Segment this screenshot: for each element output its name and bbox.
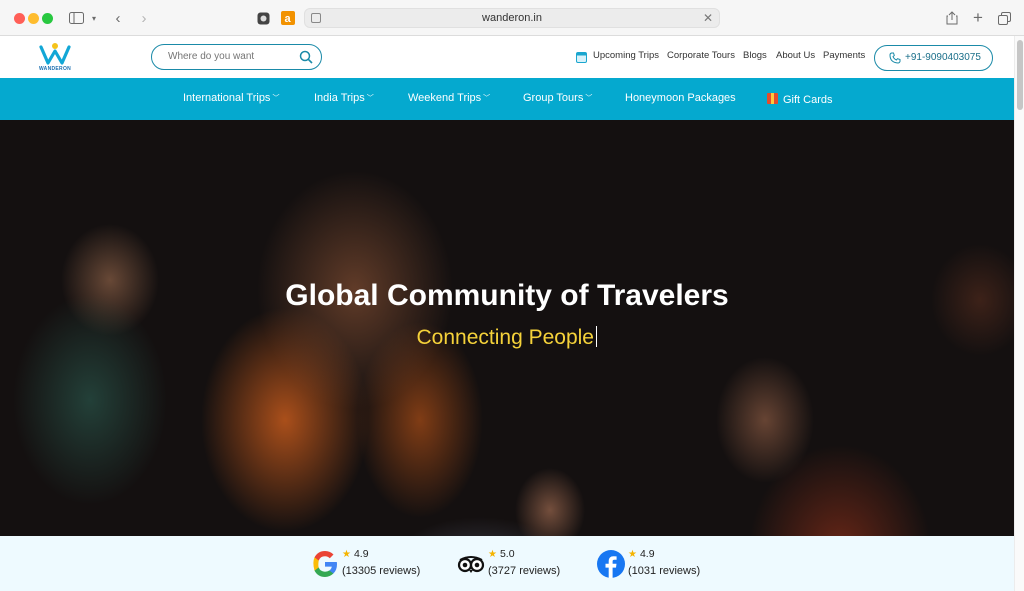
nav-link-upcoming-trips[interactable]: Upcoming Trips [593, 50, 659, 61]
review-count: (13305 reviews) [342, 565, 421, 577]
nav-link-corporate-tours[interactable]: Corporate Tours [667, 50, 735, 61]
typing-cursor [595, 326, 598, 347]
rating-number: 5.0 [499, 548, 515, 560]
phone-icon [889, 52, 901, 64]
wanderon-logo[interactable]: WANDERON [38, 42, 72, 76]
url-text: wanderon.in [482, 12, 542, 24]
scrollbar-thumb[interactable] [1017, 40, 1023, 110]
browser-toolbar: ▾ ‹ › a wanderon.in ✕ + [0, 0, 1024, 36]
share-icon[interactable] [944, 9, 960, 27]
search-icon[interactable] [299, 50, 313, 64]
nav-group-tours[interactable]: Group Tours ﹀ [523, 92, 592, 104]
minimize-window-button[interactable] [28, 13, 39, 24]
hero-subtitle: Connecting People [0, 323, 1014, 350]
nav-weekend-trips[interactable]: Weekend Trips ﹀ [408, 92, 490, 104]
chevron-down-icon: ﹀ [483, 95, 491, 102]
clear-url-icon[interactable]: ✕ [703, 11, 713, 25]
main-nav: International Trips ﹀ India Trips ﹀ Weeken… [0, 78, 1014, 120]
nav-label: Group Tours [523, 92, 584, 104]
nav-label: India Trips [314, 92, 365, 104]
search-box[interactable] [151, 44, 322, 70]
review-facebook[interactable]: ★ 4.9 (1031 reviews) [596, 548, 716, 580]
address-bar[interactable]: wanderon.in ✕ [304, 8, 720, 28]
facebook-icon [597, 550, 625, 578]
search-input[interactable] [166, 50, 286, 63]
chevron-down-icon[interactable]: ▾ [89, 9, 99, 27]
new-tab-icon[interactable]: + [970, 8, 986, 27]
review-count: (1031 reviews) [628, 565, 701, 577]
nav-link-about-us[interactable]: About Us [776, 50, 815, 61]
rating-number: 4.9 [639, 548, 655, 560]
nav-honeymoon-packages[interactable]: Honeymoon Packages [625, 92, 736, 104]
star-icon: ★ [628, 549, 637, 560]
nav-link-blogs[interactable]: Blogs [743, 50, 767, 61]
phone-button[interactable]: +91-9090403075 [874, 45, 993, 71]
reviews-strip: ★ 4.9 (13305 reviews) ★ 5.0 (3727 reviews)… [0, 536, 1014, 591]
chevron-down-icon: ﹀ [366, 95, 374, 102]
chevron-down-icon: ﹀ [585, 95, 593, 102]
review-count: (3727 reviews) [488, 565, 561, 577]
nav-label: Weekend Trips [408, 92, 482, 104]
extension-icon[interactable] [255, 9, 271, 27]
nav-label: Gift Cards [783, 94, 833, 106]
svg-text:a: a [285, 13, 292, 25]
tripadvisor-icon [457, 556, 485, 573]
star-icon: ★ [488, 549, 497, 560]
tab-overview-icon[interactable] [996, 9, 1012, 27]
rating-value: ★ 5.0 [488, 548, 515, 560]
site-header: WANDERON Upcoming Trips Corporate Tours … [0, 36, 1014, 78]
back-icon[interactable]: ‹ [110, 9, 126, 27]
forward-icon[interactable]: › [136, 9, 152, 27]
rating-value: ★ 4.9 [342, 548, 369, 560]
nav-label: Honeymoon Packages [625, 92, 736, 104]
rating-value: ★ 4.9 [628, 548, 655, 560]
gift-icon [767, 93, 778, 104]
chevron-down-icon: ﹀ [272, 95, 280, 102]
nav-label: International Trips [183, 92, 271, 104]
amazon-extension-icon[interactable]: a [280, 9, 296, 27]
page-scrollbar[interactable] [1014, 36, 1024, 591]
review-google[interactable]: ★ 4.9 (13305 reviews) [310, 548, 430, 580]
maximize-window-button[interactable] [42, 13, 53, 24]
hero-subtitle-text: Connecting People [416, 326, 594, 349]
nav-india-trips[interactable]: India Trips ﹀ [314, 92, 374, 104]
nav-international-trips[interactable]: International Trips ﹀ [183, 92, 279, 104]
sidebar-toggle-icon[interactable] [67, 9, 85, 27]
nav-gift-cards[interactable]: Gift Cards [767, 92, 833, 106]
review-tripadvisor[interactable]: ★ 5.0 (3727 reviews) [456, 548, 576, 580]
phone-number: +91-9090403075 [905, 52, 981, 63]
nav-link-payments[interactable]: Payments [823, 50, 865, 61]
google-icon [313, 551, 337, 577]
close-window-button[interactable] [14, 13, 25, 24]
hero-banner: Global Community of Travelers Connecting… [0, 120, 1014, 536]
hero-title: Global Community of Travelers [285, 279, 729, 312]
logo-text: WANDERON [38, 66, 72, 72]
calendar-icon [576, 52, 587, 63]
rating-number: 4.9 [353, 548, 369, 560]
star-icon: ★ [342, 549, 351, 560]
